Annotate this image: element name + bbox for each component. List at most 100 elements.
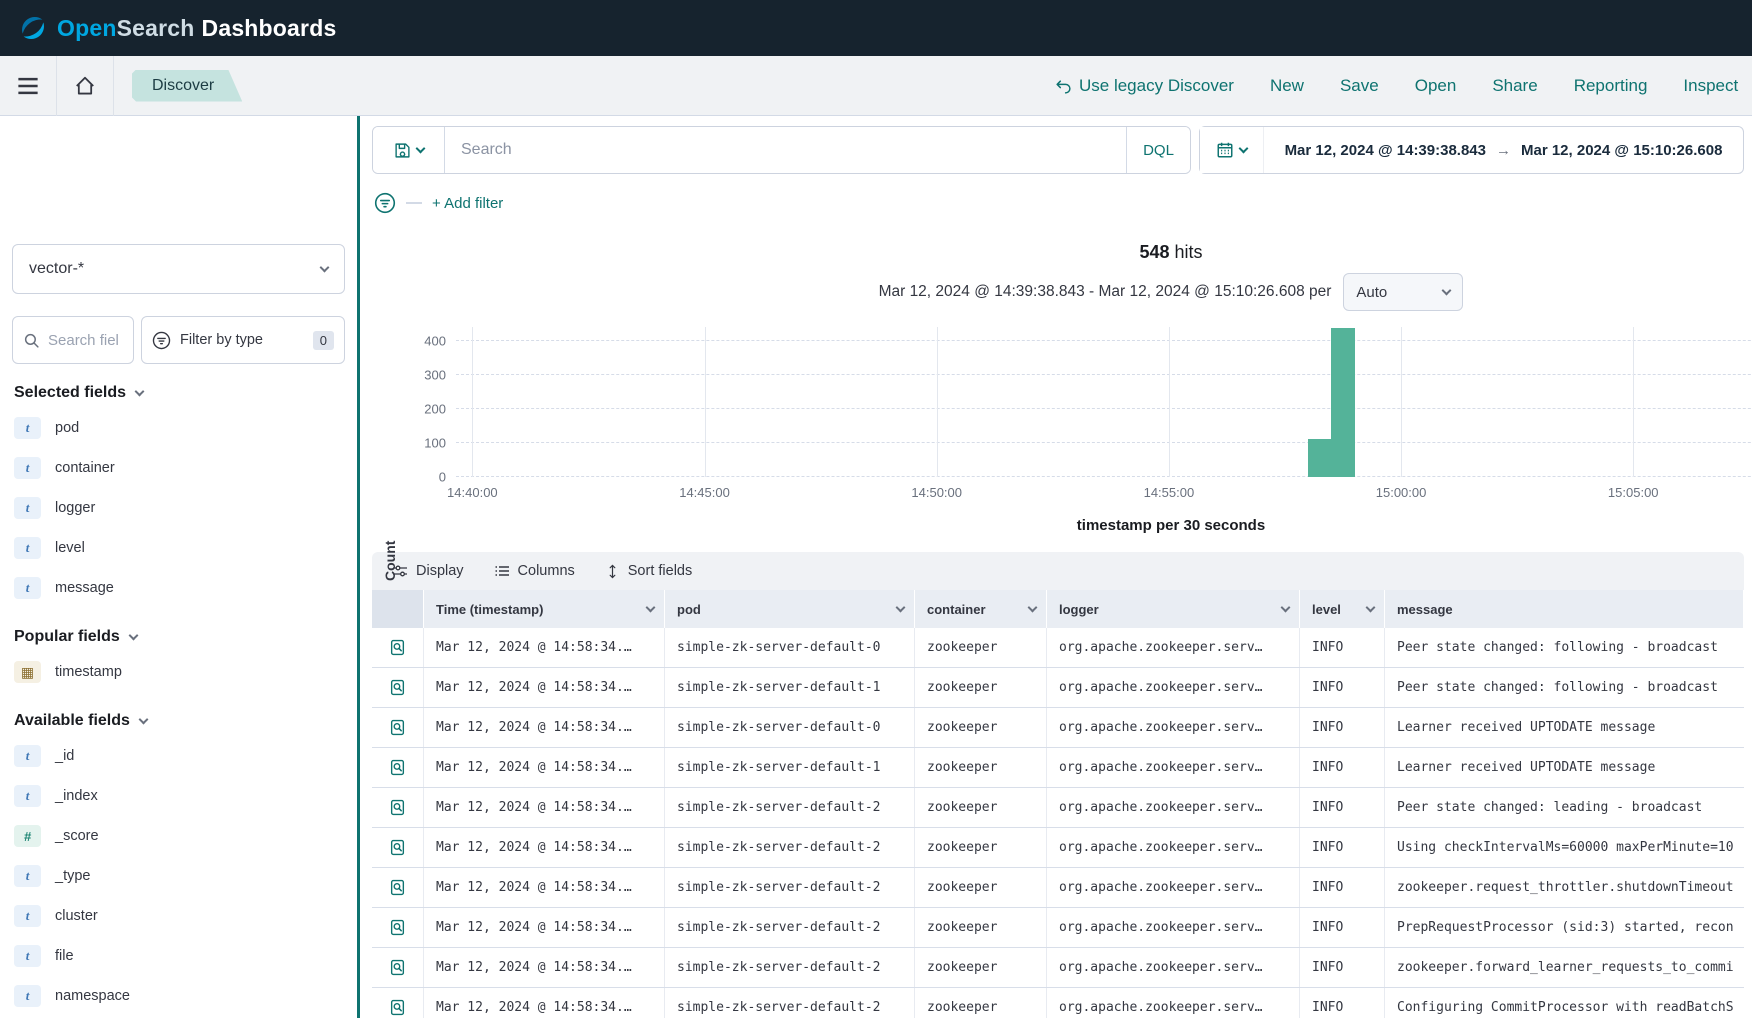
column-header[interactable]: logger — [1047, 590, 1300, 628]
saved-query-button[interactable] — [373, 127, 445, 173]
field-item[interactable]: t _id — [12, 736, 345, 776]
expand-document-button[interactable] — [372, 748, 424, 787]
column-header[interactable]: level — [1300, 590, 1385, 628]
sort-fields-button[interactable]: Sort fields — [605, 563, 692, 579]
home-button[interactable] — [57, 56, 113, 115]
field-sections: Selected fields t pod t — [12, 384, 345, 1018]
field-type-badge: t — [14, 417, 41, 439]
histogram-bar[interactable] — [1331, 328, 1354, 477]
column-header[interactable]: Time (timestamp) — [424, 590, 665, 628]
column-header[interactable]: message — [1385, 590, 1744, 628]
field-name: _index — [55, 788, 98, 804]
field-item[interactable]: t container — [12, 448, 345, 488]
column-header[interactable]: pod — [665, 590, 915, 628]
search-input[interactable] — [445, 141, 1126, 159]
filter-icon — [152, 331, 171, 350]
columns-button[interactable]: Columns — [494, 563, 575, 579]
expand-document-button[interactable] — [372, 668, 424, 707]
nav-link-list: New Save Open Share Reporting Inspect — [1270, 76, 1738, 96]
field-name: pod — [55, 420, 79, 436]
breadcrumb-discover[interactable]: Discover — [132, 70, 242, 102]
field-section-title: Selected fields — [14, 384, 126, 402]
cell-message: Peer state changed: following - broadcas… — [1385, 668, 1744, 707]
field-item[interactable]: t _type — [12, 856, 345, 896]
interval-select[interactable]: Auto — [1343, 273, 1463, 311]
field-item[interactable]: t logger — [12, 488, 345, 528]
field-item[interactable]: ▦ timestamp — [12, 652, 345, 692]
field-item[interactable]: t pod — [12, 408, 345, 448]
expand-document-button[interactable] — [372, 828, 424, 867]
nav-action-link[interactable]: Save — [1340, 76, 1379, 96]
cell-message: zookeeper.request_throttler.shutdownTime… — [1385, 868, 1744, 907]
app-wordmark: OpenSearchDashboards — [57, 15, 336, 42]
column-header[interactable]: container — [915, 590, 1047, 628]
list-icon — [494, 563, 510, 579]
nav-action-link[interactable]: Open — [1415, 76, 1457, 96]
use-legacy-discover-label: Use legacy Discover — [1079, 76, 1234, 96]
field-search-box — [12, 316, 134, 364]
expand-document-button[interactable] — [372, 788, 424, 827]
nav-action-link[interactable]: Inspect — [1683, 76, 1738, 96]
calendar-icon — [1216, 141, 1234, 159]
expand-document-button[interactable] — [372, 868, 424, 907]
field-name: timestamp — [55, 664, 122, 680]
date-range-start[interactable]: Mar 12, 2024 @ 14:39:38.843 — [1285, 142, 1486, 159]
field-item[interactable]: t namespace — [12, 976, 345, 1016]
cell-logger: org.apache.zookeeper.serv… — [1047, 988, 1300, 1018]
cell-logger: org.apache.zookeeper.serv… — [1047, 668, 1300, 707]
nav-action-link[interactable]: New — [1270, 76, 1304, 96]
add-filter-button[interactable]: + Add filter — [432, 195, 503, 212]
filter-icon[interactable] — [374, 192, 396, 214]
sort-arrows-icon — [605, 564, 620, 579]
nav-action-link[interactable]: Share — [1492, 76, 1537, 96]
cell-level: INFO — [1300, 668, 1385, 707]
field-type-badge: ▦ — [14, 661, 41, 683]
range-text: Mar 12, 2024 @ 14:39:38.843 - Mar 12, 20… — [879, 283, 1332, 301]
interval-value: Auto — [1356, 284, 1387, 301]
menu-button[interactable] — [0, 56, 56, 115]
display-label: Display — [416, 563, 464, 579]
field-item[interactable]: t cluster — [12, 896, 345, 936]
undo-arrow-icon — [1055, 78, 1072, 95]
field-item[interactable]: t file — [12, 936, 345, 976]
y-tick-label: 100 — [424, 435, 446, 450]
field-search-input[interactable] — [48, 332, 118, 349]
expand-document-button[interactable] — [372, 628, 424, 667]
expand-document-button[interactable] — [372, 908, 424, 947]
index-pattern-select[interactable]: vector-* — [12, 244, 345, 294]
y-tick-label: 200 — [424, 401, 446, 416]
query-language-button[interactable]: DQL — [1126, 127, 1190, 173]
cell-pod: simple-zk-server-default-0 — [665, 708, 915, 747]
date-quick-select-button[interactable] — [1200, 127, 1264, 173]
chevron-down-icon — [135, 387, 145, 397]
filter-by-type-button[interactable]: Filter by type 0 — [141, 316, 345, 364]
use-legacy-discover-link[interactable]: Use legacy Discover — [1055, 76, 1234, 96]
nav-action-link[interactable]: Reporting — [1574, 76, 1648, 96]
field-section-header[interactable]: Selected fields — [14, 384, 345, 402]
display-button[interactable]: Display — [392, 563, 464, 579]
search-box: DQL — [372, 126, 1191, 174]
sort-fields-label: Sort fields — [628, 563, 692, 579]
field-section-header[interactable]: Available fields — [14, 712, 345, 730]
hits-line: 548 hits — [456, 242, 1752, 263]
date-range-end[interactable]: Mar 12, 2024 @ 15:10:26.608 — [1521, 142, 1722, 159]
histogram-bar[interactable] — [1308, 439, 1331, 477]
cell-container: zookeeper — [915, 908, 1047, 947]
expand-document-button[interactable] — [372, 988, 424, 1018]
cell-pod: simple-zk-server-default-0 — [665, 628, 915, 667]
field-section-header[interactable]: Popular fields — [14, 628, 345, 646]
inspect-document-icon — [389, 799, 406, 816]
x-tick-label: 15:05:00 — [1608, 485, 1659, 500]
expand-document-button[interactable] — [372, 708, 424, 747]
cell-pod: simple-zk-server-default-1 — [665, 748, 915, 787]
hits-label: hits — [1175, 242, 1203, 262]
field-item[interactable]: t _index — [12, 776, 345, 816]
expand-document-button[interactable] — [372, 948, 424, 987]
field-item[interactable]: # _score — [12, 816, 345, 856]
field-item[interactable]: t message — [12, 568, 345, 608]
field-item[interactable]: t level — [12, 528, 345, 568]
y-tick-label: 0 — [439, 470, 446, 485]
y-tick-label: 400 — [424, 333, 446, 348]
table-row: Mar 12, 2024 @ 14:58:34.… simple-zk-serv… — [372, 668, 1744, 708]
field-name: _type — [55, 868, 90, 884]
